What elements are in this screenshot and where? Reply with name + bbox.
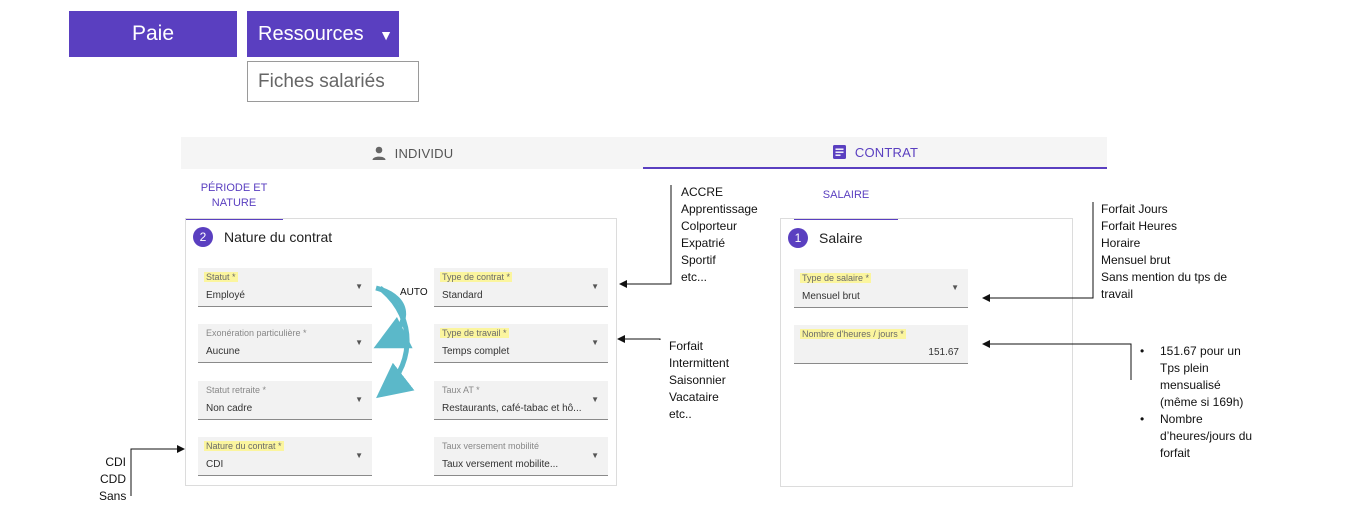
note-line: Forfait Heures xyxy=(1101,219,1178,233)
note-line: Forfait xyxy=(669,339,704,353)
note-line: 151.67 pour un xyxy=(1160,344,1241,358)
bullet-item: • 151.67 pour un Tps plein mensualisé (m… xyxy=(1138,343,1278,411)
note-line: (même si 169h) xyxy=(1160,395,1244,409)
note-line: mensualisé xyxy=(1160,378,1221,392)
note-line: Colporteur xyxy=(681,219,738,233)
note-line: Sportif xyxy=(681,253,716,267)
note-line: travail xyxy=(1101,287,1134,301)
note-line: Tps plein xyxy=(1160,361,1209,375)
note-line: Expatrié xyxy=(681,236,726,250)
bullet-item: • Nombre d’heures/jours du forfait xyxy=(1138,411,1278,462)
note-line: Sans mention du tps de xyxy=(1101,270,1228,284)
bullet-dot: • xyxy=(1140,412,1145,426)
note-line: Forfait Jours xyxy=(1101,202,1168,216)
note-line: Intermittent xyxy=(669,356,730,370)
note-line: ACCRE xyxy=(681,185,724,199)
salaire-types-note: Forfait Jours Forfait Heures Horaire Men… xyxy=(1101,201,1227,303)
nature-types-note: CDI CDD Sans xyxy=(99,454,126,505)
note-line: Saisonnier xyxy=(669,373,726,387)
note-line: Vacataire xyxy=(669,390,719,404)
bullet-dot: • xyxy=(1140,344,1145,358)
note-line: etc.. xyxy=(669,407,692,421)
note-line: forfait xyxy=(1160,446,1191,460)
note-line: Nombre xyxy=(1160,412,1203,426)
note-line: Mensuel brut xyxy=(1101,253,1171,267)
contract-types-note: ACCRE Apprentissage Colporteur Expatrié … xyxy=(681,184,758,286)
note-line: Apprentissage xyxy=(681,202,758,216)
note-line: CDD xyxy=(100,472,126,486)
note-line: etc... xyxy=(681,270,708,284)
note-line: CDI xyxy=(105,455,126,469)
note-line: d’heures/jours du xyxy=(1160,429,1253,443)
travail-types-note: Forfait Intermittent Saisonnier Vacatair… xyxy=(669,338,729,423)
note-line: Sans xyxy=(99,489,127,503)
heures-note: • 151.67 pour un Tps plein mensualisé (m… xyxy=(1138,343,1278,462)
note-line: Horaire xyxy=(1101,236,1141,250)
